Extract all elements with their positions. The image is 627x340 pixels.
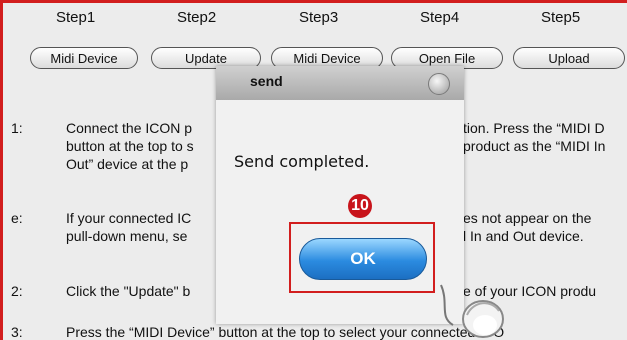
step-2-label: Step2 (177, 9, 217, 26)
step-1-label: Step1 (56, 9, 96, 26)
step-4-label: Step4 (420, 9, 460, 26)
step-number: 3: (11, 324, 23, 340)
dialog-message: Send completed. (234, 152, 370, 171)
ok-button[interactable]: OK (299, 238, 427, 280)
instruction-text: product as the “MIDI In (463, 138, 606, 154)
instruction-text: Out” device at the p (66, 156, 189, 172)
close-icon[interactable] (428, 73, 450, 95)
instruction-text: If your connected IC (66, 210, 192, 226)
midi-device-button[interactable]: Midi Device (30, 47, 138, 69)
instruction-text: Connect the ICON p (66, 120, 193, 136)
step-3-label: Step3 (299, 9, 339, 26)
instruction-text: pull-down menu, se (66, 228, 188, 244)
step-badge: 10 (348, 194, 372, 218)
step-5-label: Step5 (541, 9, 581, 26)
steps-header: Step1 Step2 Step3 Step4 Step5 (3, 3, 627, 33)
instruction-text: button at the top to s (66, 138, 194, 154)
dialog-title: send (250, 73, 283, 89)
instruction-text: l In and Out device. (463, 228, 584, 244)
note-marker: e: (11, 210, 23, 226)
mouse-icon (440, 284, 504, 338)
upload-button[interactable]: Upload (513, 47, 625, 69)
step-number: 1: (11, 120, 23, 136)
dialog-titlebar: send (216, 66, 464, 100)
instruction-text: es not appear on the (463, 210, 592, 226)
instruction-text: Click the "Update" b (66, 283, 191, 299)
app-window: Step1 Step2 Step3 Step4 Step5 Midi Devic… (0, 0, 627, 340)
instruction-text: tion. Press the “MIDI D (463, 120, 605, 136)
step-number: 2: (11, 283, 23, 299)
